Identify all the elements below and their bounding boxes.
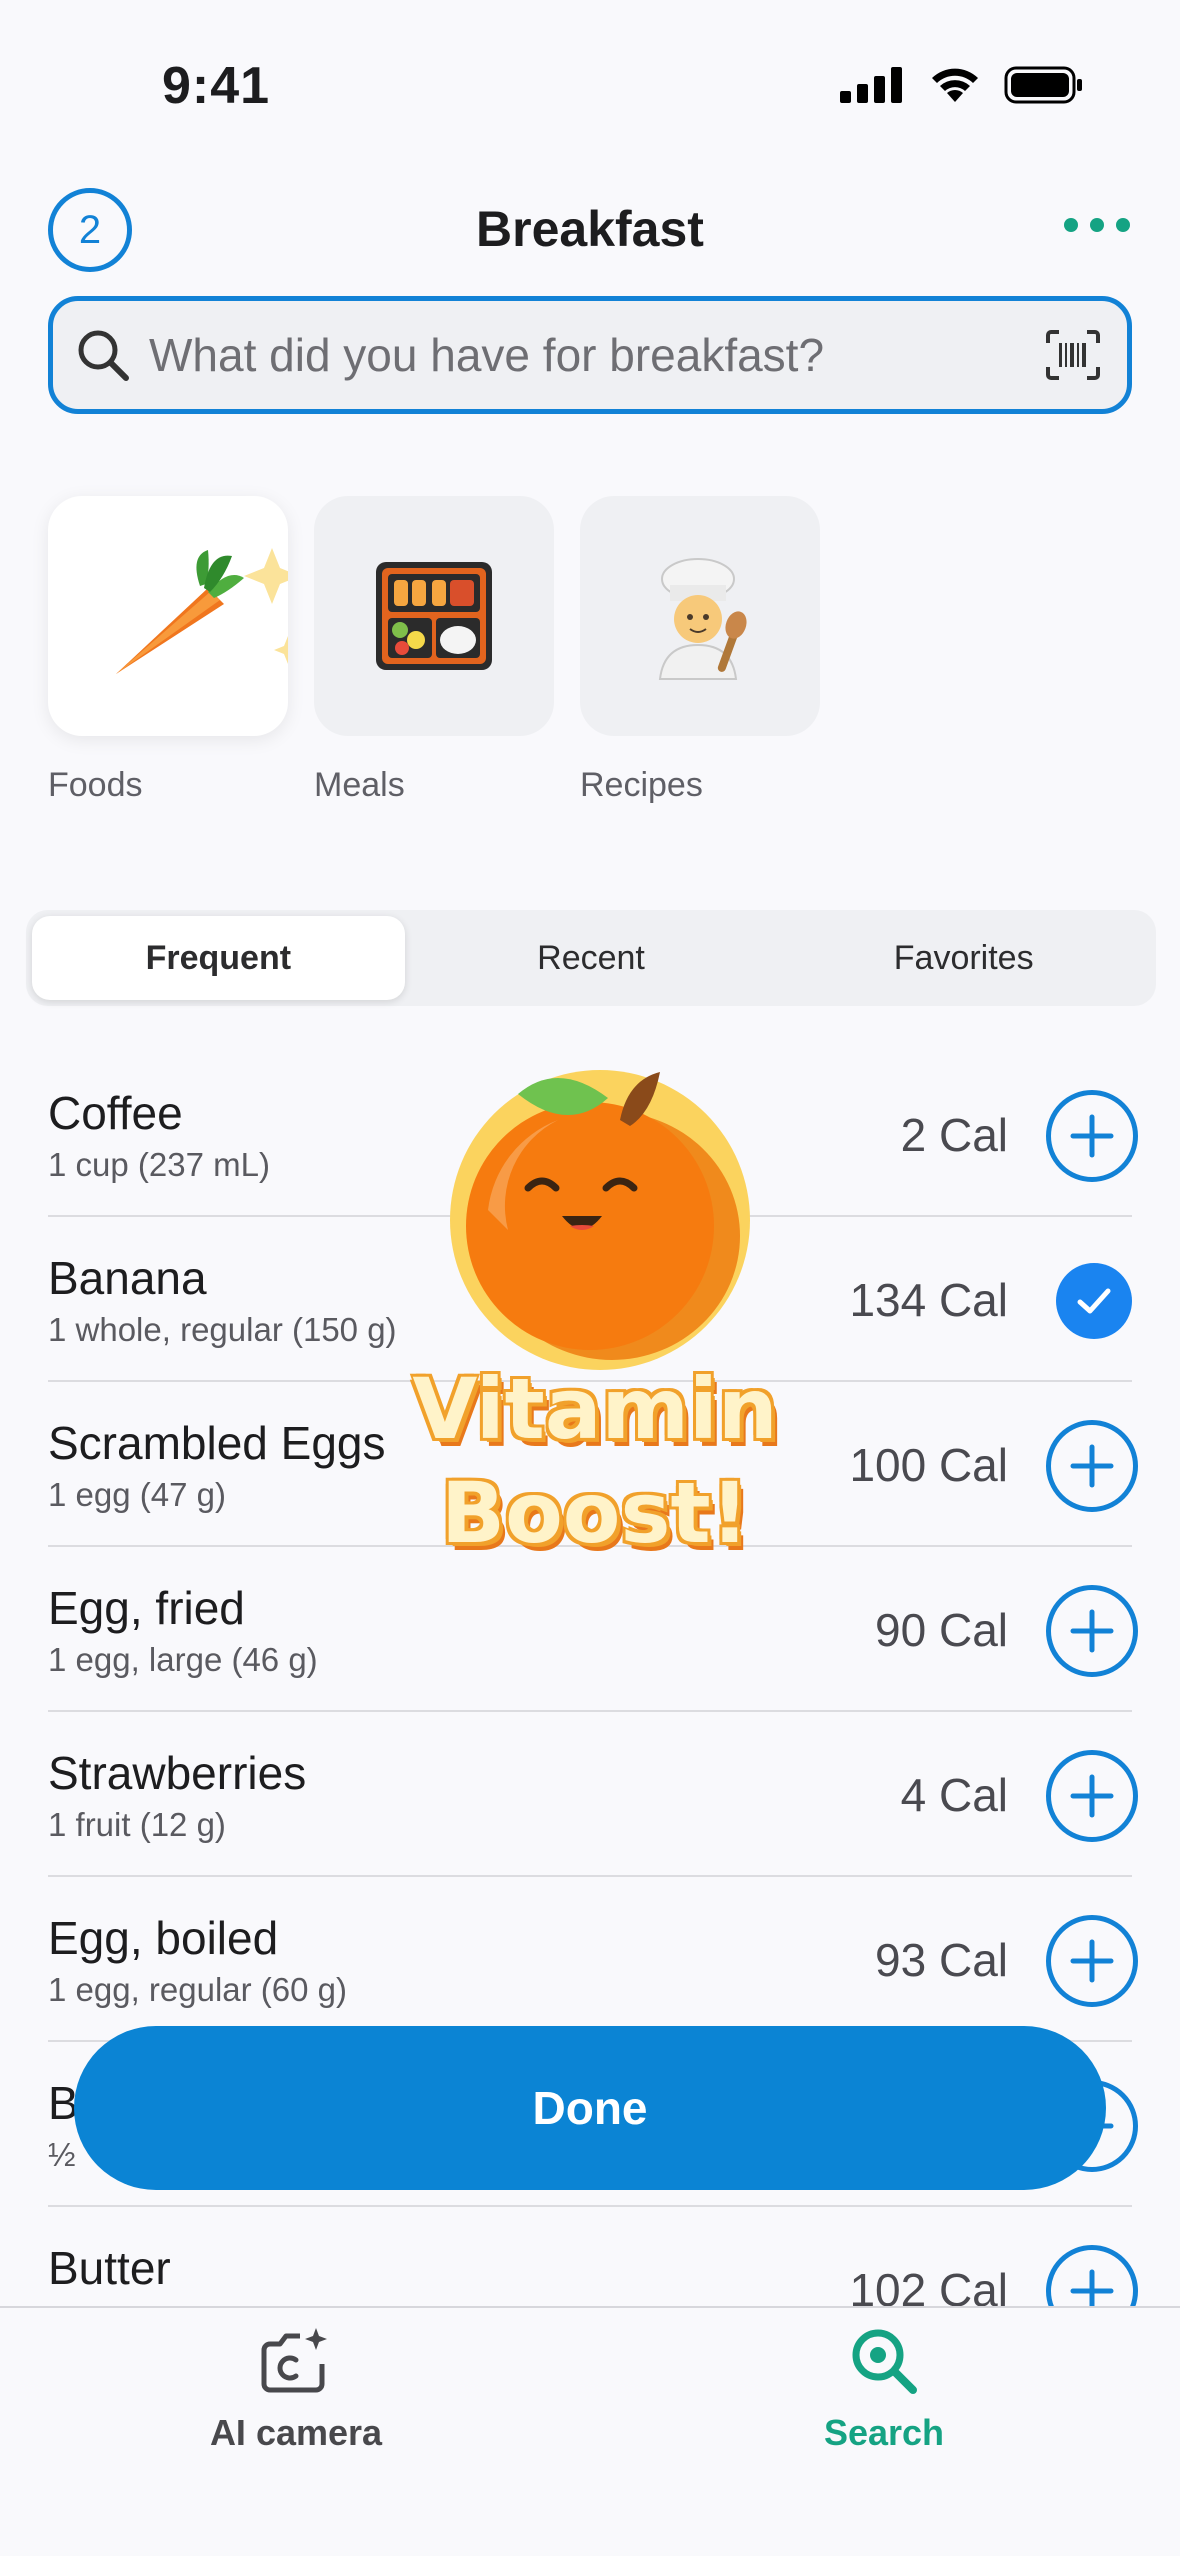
food-calories: 100 Cal bbox=[849, 1439, 1008, 1491]
tab-label: Search bbox=[823, 2412, 945, 2453]
food-name: Coffee bbox=[48, 1087, 183, 1139]
category-meals[interactable]: Meals bbox=[314, 496, 554, 805]
search-tab-icon bbox=[852, 2329, 917, 2394]
more-dot bbox=[1064, 218, 1078, 232]
tab-label: AI camera bbox=[209, 2412, 383, 2453]
food-serving: 1 cup (237 mL) bbox=[48, 1146, 270, 1183]
search-box[interactable] bbox=[48, 296, 1132, 414]
food-serving: 1 egg, regular (60 g) bbox=[48, 1971, 348, 2008]
search-icon bbox=[78, 330, 129, 381]
sticker-text-line2: Boost! bbox=[441, 1464, 749, 1562]
food-calories: 2 Cal bbox=[900, 1109, 1008, 1161]
category-foods[interactable]: Foods bbox=[48, 496, 288, 805]
food-serving: 1 egg (47 g) bbox=[48, 1476, 226, 1513]
list-filter-tabs: Frequent Recent Favorites bbox=[26, 910, 1156, 1006]
food-calories: 93 Cal bbox=[875, 1934, 1008, 1986]
checkmark-icon bbox=[1077, 1288, 1111, 1314]
tab-favorites[interactable]: Favorites bbox=[777, 916, 1150, 1000]
cellular-signal-icon bbox=[840, 67, 902, 103]
food-name: Scrambled Eggs bbox=[48, 1417, 386, 1469]
add-food-button[interactable] bbox=[1046, 1585, 1138, 1677]
recipes-tile[interactable] bbox=[580, 496, 820, 736]
food-row-egg-boiled[interactable]: Egg, boiled 1 egg, regular (60 g) 93 Cal bbox=[48, 1877, 1138, 2042]
status-bar: 9:41 bbox=[0, 0, 1180, 150]
battery-icon bbox=[1004, 66, 1082, 104]
plus-icon bbox=[1070, 1114, 1114, 1158]
more-dot bbox=[1116, 218, 1130, 232]
food-calories: 4 Cal bbox=[900, 1769, 1008, 1821]
tab-search[interactable]: Search bbox=[734, 2326, 1034, 2454]
category-tiles: Foods Meals Recipes bbox=[48, 496, 820, 805]
category-label: Foods bbox=[48, 766, 143, 804]
food-name: Strawberries bbox=[48, 1747, 307, 1799]
sticker-text-line1: Vitamin bbox=[412, 1360, 778, 1458]
category-label: Recipes bbox=[580, 766, 703, 804]
status-icons bbox=[840, 66, 1084, 104]
bento-box-icon bbox=[376, 562, 492, 670]
add-food-button[interactable] bbox=[1046, 1420, 1138, 1512]
more-dot bbox=[1090, 218, 1104, 232]
tab-frequent[interactable]: Frequent bbox=[32, 916, 405, 1000]
header: 2 Breakfast bbox=[0, 180, 1180, 280]
food-row-strawberries[interactable]: Strawberries 1 fruit (12 g) 4 Cal bbox=[48, 1712, 1138, 1877]
wifi-icon bbox=[932, 68, 978, 102]
cook-icon bbox=[658, 558, 747, 680]
food-serving: ½ bbox=[48, 2136, 76, 2173]
tab-ai-camera[interactable]: AI camera bbox=[146, 2326, 446, 2454]
add-food-button[interactable] bbox=[1046, 1750, 1138, 1842]
added-check-button[interactable] bbox=[1056, 1263, 1132, 1339]
done-button[interactable]: Done bbox=[74, 2026, 1106, 2190]
plus-icon bbox=[1070, 1609, 1114, 1653]
bottom-tab-bar: AI camera Search bbox=[0, 2306, 1180, 2556]
vitamin-boost-sticker: Vitamin Boost! bbox=[370, 1040, 820, 1600]
food-name: Butter bbox=[48, 2242, 171, 2294]
add-food-button[interactable] bbox=[1046, 1090, 1138, 1182]
foods-tile[interactable] bbox=[48, 496, 288, 736]
food-serving: 1 fruit (12 g) bbox=[48, 1806, 226, 1843]
ai-camera-icon bbox=[261, 2328, 327, 2393]
food-name: Banana bbox=[48, 1252, 207, 1304]
food-name: Egg, boiled bbox=[48, 1912, 279, 1964]
more-options-icon[interactable] bbox=[1064, 218, 1130, 232]
food-serving: 1 egg, large (46 g) bbox=[48, 1641, 318, 1678]
plus-icon bbox=[1070, 1444, 1114, 1488]
orange-mascot-icon bbox=[450, 1070, 750, 1370]
category-recipes[interactable]: Recipes bbox=[580, 496, 820, 805]
category-label: Meals bbox=[314, 766, 405, 804]
barcode-scan-icon[interactable] bbox=[1045, 329, 1101, 381]
food-name: Egg, fried bbox=[48, 1582, 245, 1634]
search-input[interactable] bbox=[149, 328, 1045, 382]
status-time: 9:41 bbox=[162, 57, 271, 115]
tab-recent[interactable]: Recent bbox=[405, 916, 778, 1000]
plus-icon bbox=[1070, 1939, 1114, 1983]
food-serving: 1 whole, regular (150 g) bbox=[48, 1311, 397, 1348]
add-food-button[interactable] bbox=[1046, 1915, 1138, 2007]
plus-icon bbox=[1070, 1774, 1114, 1818]
carrot-icon bbox=[116, 548, 288, 674]
page-title: Breakfast bbox=[476, 201, 704, 257]
meals-tile[interactable] bbox=[314, 496, 554, 736]
food-calories: 134 Cal bbox=[849, 1274, 1008, 1326]
food-calories: 90 Cal bbox=[875, 1604, 1008, 1656]
